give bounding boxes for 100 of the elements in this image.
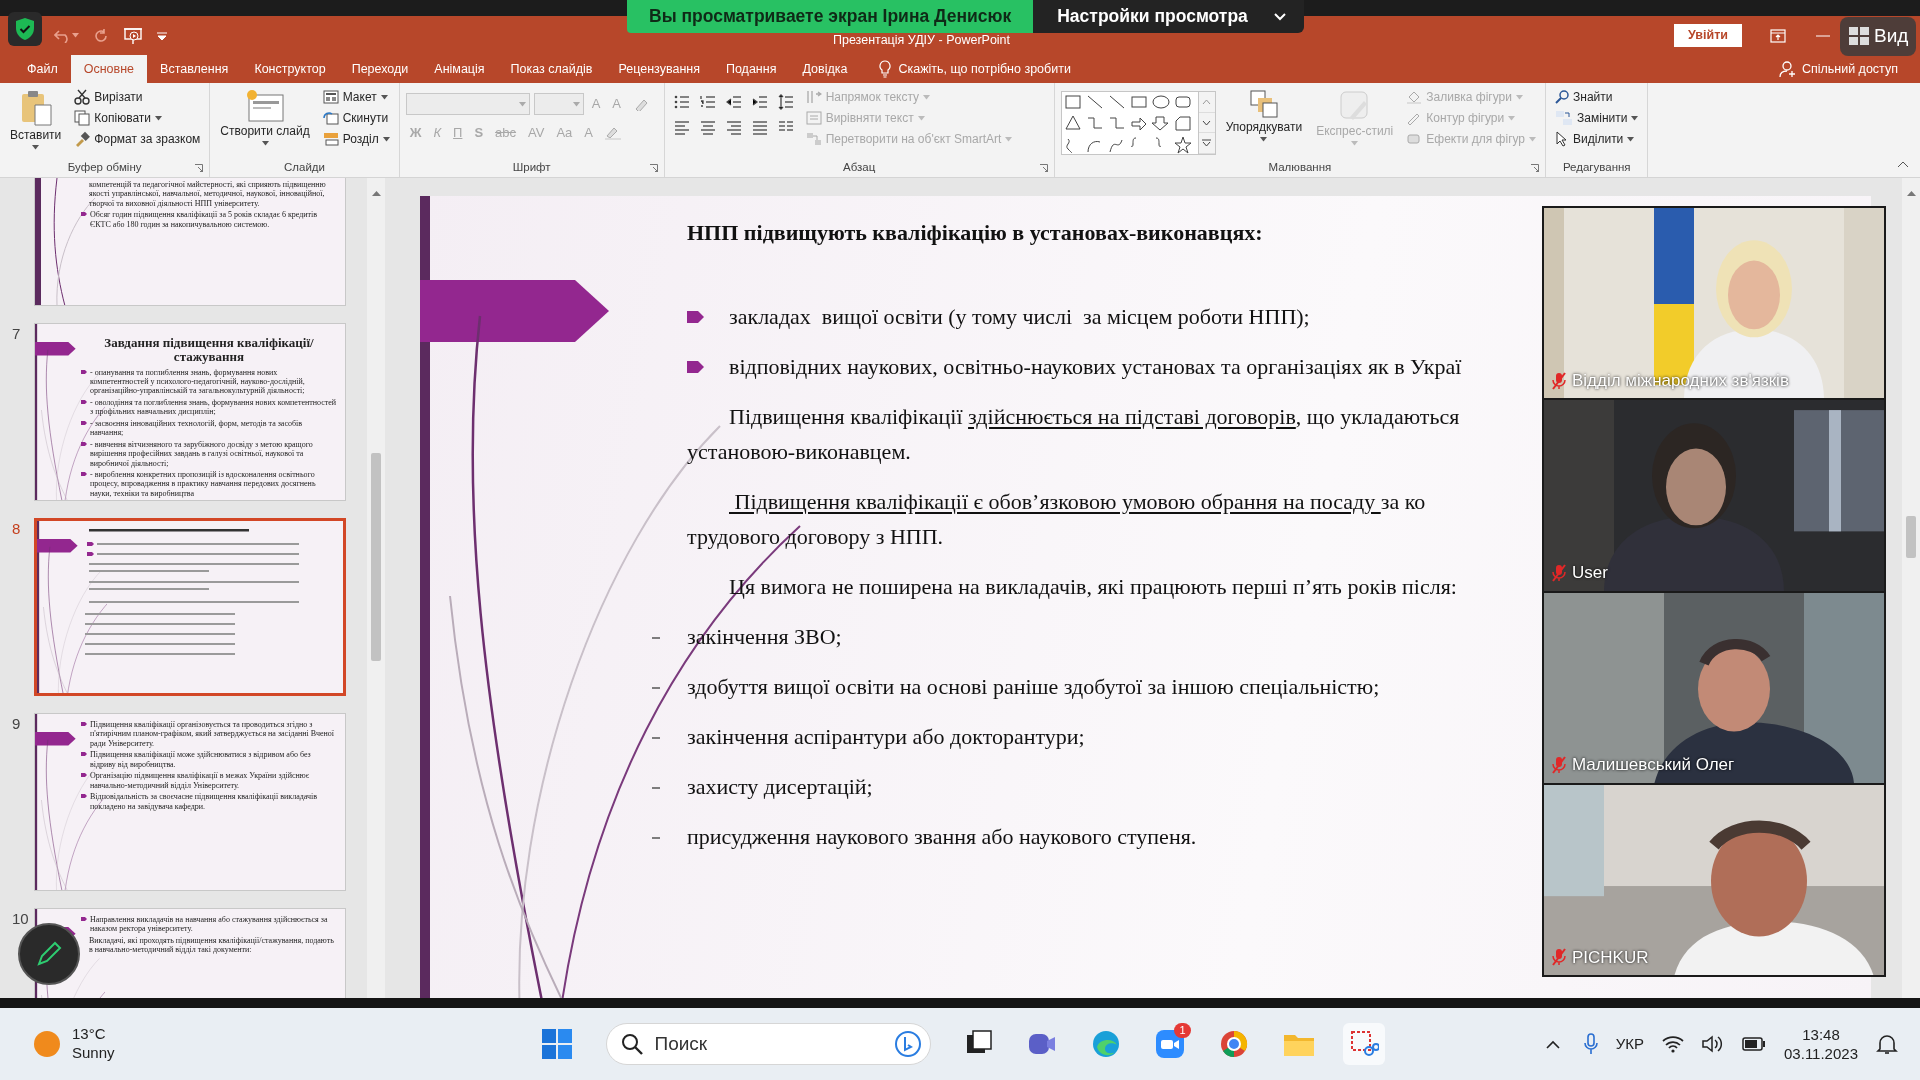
slide-text: Підвищення кваліфікації здійснюється на підставі договорів, що укладаються	[729, 403, 1460, 431]
ribbon-tab[interactable]: Довідка	[789, 55, 861, 83]
slide-thumbnail[interactable]	[34, 713, 346, 891]
bullet-icon	[81, 420, 87, 425]
group-label: Абзац	[843, 160, 876, 175]
chevron-up-icon	[1545, 1039, 1560, 1049]
view-options-button[interactable]: Настройки просмотра	[1033, 0, 1304, 33]
tell-me-text[interactable]: Скажіть, що потрібно зробити	[898, 59, 1071, 79]
scrollbar-thumb[interactable]	[1906, 516, 1916, 558]
layout-icon	[322, 90, 339, 104]
ribbon-tab[interactable]: Переходи	[338, 55, 422, 83]
customize-button[interactable]	[155, 29, 169, 42]
slide-text: - оволодіння та поглиблення знань, формування нових компетентностей з профільних навчальних дисциплін;	[90, 397, 337, 417]
cut-button[interactable]: Вирізати	[71, 87, 204, 107]
slide-text: Організацію підвищення кваліфікації в межах України здійснює навчально-методичний відділ Університету.	[90, 771, 311, 791]
microphone-icon	[1583, 1033, 1598, 1055]
search-field[interactable]: Поиск	[605, 1023, 931, 1065]
sun-icon	[32, 1029, 62, 1059]
lightbulb-icon	[878, 60, 893, 78]
shield-icon	[14, 16, 36, 41]
minimize-button[interactable]	[1814, 32, 1832, 39]
caret-icon	[261, 140, 269, 146]
replace-button[interactable]: Замінити	[1552, 108, 1642, 128]
brush-icon	[74, 131, 91, 147]
slide-text: захисту дисертацій;	[687, 773, 873, 801]
battery-icon	[1742, 1037, 1767, 1051]
slide-thumbnail[interactable]	[34, 518, 346, 696]
browser-icon	[1090, 1029, 1121, 1059]
slide-text: здобуття вищої освіти на основі раніше здобутої за іншою спеціальністю;	[687, 673, 1380, 701]
snipping-tool-taskbar-button[interactable]	[1342, 1023, 1385, 1065]
slide-thumbnail[interactable]	[34, 178, 346, 306]
slide-thumbnail[interactable]	[34, 323, 346, 501]
language-indicator[interactable]: УКР	[1615, 1032, 1645, 1056]
slide-text: - засвоєння інноваційних технологій, форм, методів та засобів навчання;	[90, 418, 304, 438]
dash-icon	[652, 837, 660, 839]
slide-text: закінчення аспірантури або докторантури;	[687, 723, 1085, 751]
justify-icon	[751, 120, 768, 136]
caret-icon	[72, 33, 79, 38]
group-label: Редагування	[1562, 160, 1631, 175]
numbering-icon	[699, 94, 716, 110]
font-size-field[interactable]	[533, 93, 584, 115]
bullet-icon	[81, 212, 87, 217]
reset-button[interactable]: Скинути	[319, 108, 393, 128]
pencil-icon	[35, 940, 63, 968]
slide-text: - вивчення вітчизняного та зарубіжного досвіду з метою кращого вирішення професійних завдань в галузі освітньої, наукової та виробничої діяльності;	[90, 439, 314, 468]
grid-icon	[1848, 26, 1870, 47]
slide-title: НПП підвищують кваліфікацію в установах-виконавцях:	[687, 219, 1264, 247]
ribbon-tab[interactable]: Файл	[14, 55, 71, 83]
video-meeting-taskbar-button[interactable]: 1	[1148, 1023, 1191, 1065]
bullet-icon	[81, 917, 87, 921]
scrollbar-thumb[interactable]	[371, 453, 381, 661]
layout-button[interactable]: Макет	[319, 87, 393, 107]
search-icon	[620, 1033, 643, 1055]
caret-icon	[1529, 136, 1537, 142]
redo-icon	[93, 27, 109, 44]
view-button[interactable]: Вид	[1840, 17, 1917, 56]
group-label: Шрифт	[512, 160, 551, 175]
scroll-up-icon	[1906, 189, 1916, 196]
ribbon-display-button[interactable]	[1768, 26, 1788, 45]
arrange-button[interactable]: Упорядкувати	[1221, 87, 1307, 144]
chevron-down-icon	[1202, 119, 1212, 126]
ribbon-tab[interactable]: Конструктор	[241, 55, 339, 83]
caret-icon	[1515, 94, 1523, 100]
ribbon-tab[interactable]: Рецензування	[605, 55, 713, 83]
share-button[interactable]: Спільний доступ	[1772, 55, 1920, 83]
ribbon-tab[interactable]: Основне	[70, 55, 148, 83]
new-slide-button[interactable]: Створити слайд	[216, 87, 314, 148]
volume-icon	[1702, 1035, 1725, 1053]
sign-in-button[interactable]: Увійти	[1674, 24, 1742, 47]
arrow-bullet-icon	[687, 361, 704, 373]
group-label: Слайди	[284, 160, 325, 175]
paste-button[interactable]: Вставити	[6, 87, 66, 152]
format-painter-button[interactable]: Формат за зразком	[71, 129, 204, 149]
ribbon-tab[interactable]: Анімація	[421, 55, 498, 83]
text-direction-icon	[805, 90, 822, 104]
copy-button[interactable]: Копіювати	[71, 108, 204, 128]
launcher-icon	[1039, 164, 1048, 172]
find-button[interactable]: Знайти	[1552, 87, 1642, 107]
scissors-icon	[74, 89, 91, 105]
clock-time[interactable]: 13:48	[1784, 1024, 1858, 1044]
select-button[interactable]: Виділити	[1552, 129, 1642, 149]
caret-icon	[917, 115, 925, 121]
ribbon-tab[interactable]: Показ слайдів	[497, 55, 606, 83]
gallery-more-button[interactable]	[1198, 133, 1215, 154]
wifi-icon	[1662, 1035, 1685, 1053]
section-button[interactable]: Розділ	[319, 129, 393, 149]
slide-text: установою-виконавцем.	[687, 438, 911, 466]
font-name-field[interactable]	[405, 93, 530, 115]
ribbon-tab[interactable]: Вставлення	[147, 55, 242, 83]
align-center-icon	[699, 120, 716, 136]
window-title: Презентація УДІУ - PowerPoint	[833, 32, 1011, 50]
reset-icon	[322, 110, 339, 126]
clock-date[interactable]: 03.11.2023	[1784, 1044, 1858, 1064]
ribbon-tab[interactable]: Подання	[712, 55, 790, 83]
smartart-icon	[805, 132, 822, 146]
dash-icon	[652, 687, 660, 689]
gallery-down-button[interactable]	[1198, 112, 1215, 134]
slide-text: Підвищення кваліфікації організовується та проводиться згідно з п'ятирічним планом-графіком, який затверджується на засіданні Вченої ради Університету.	[90, 720, 335, 749]
slide-text: трудового договору з НПП.	[687, 523, 944, 551]
chevron-up-icon	[1202, 98, 1212, 105]
